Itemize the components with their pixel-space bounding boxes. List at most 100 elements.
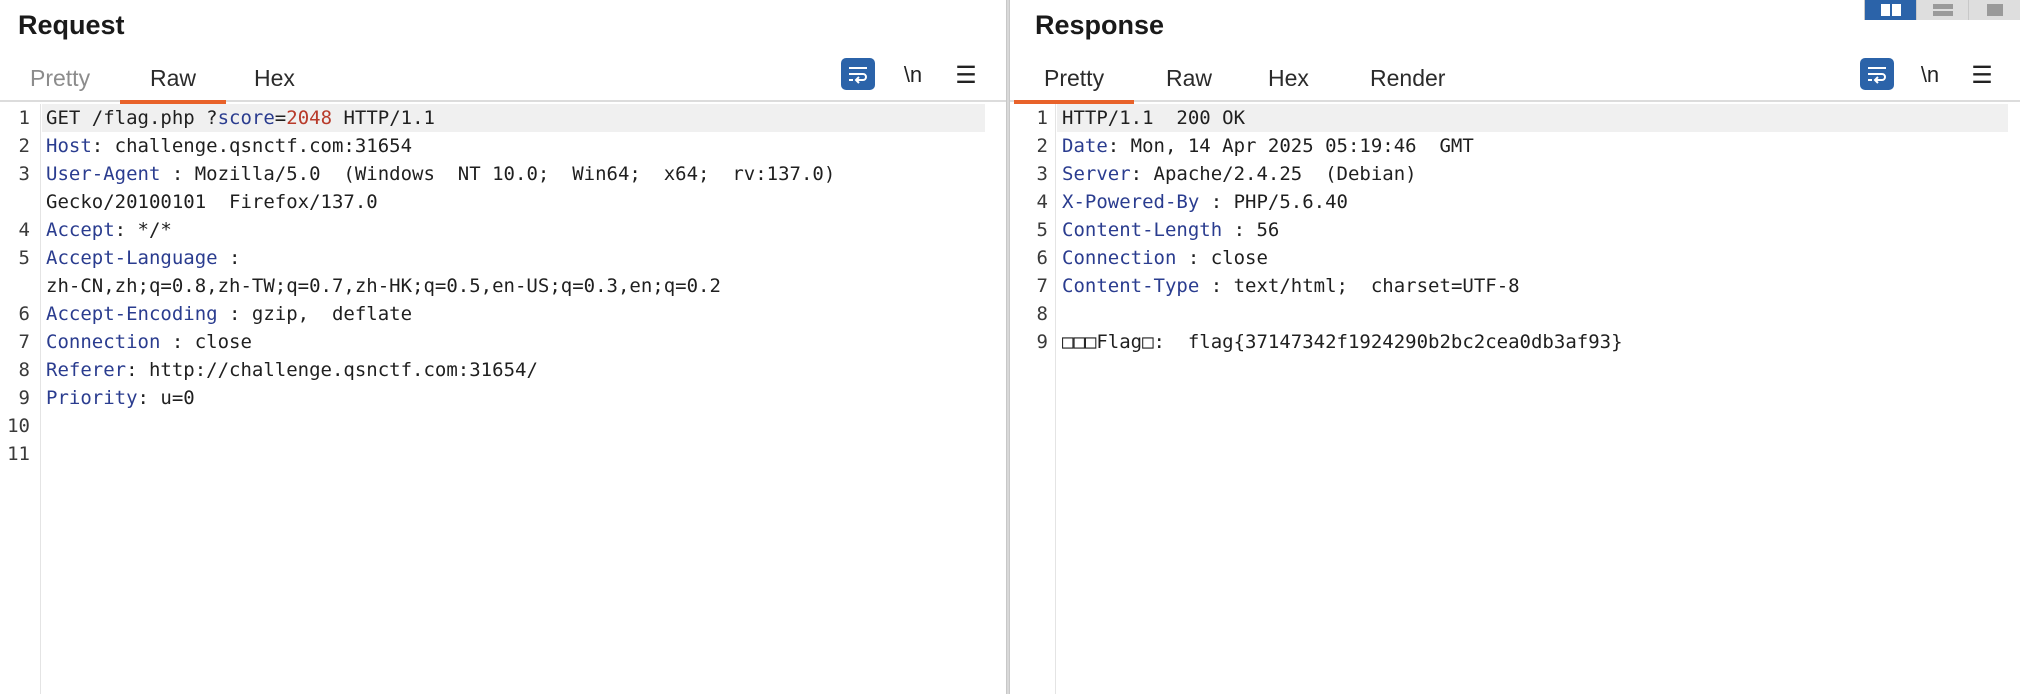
request-code-line: zh-CN,zh;q=0.8,zh-TW;q=0.7,zh-HK;q=0.5,e…: [0, 272, 1007, 300]
token-text: : gzip, deflate: [217, 303, 413, 325]
single-view-button[interactable]: [1968, 0, 2020, 20]
token-text: : u=0: [137, 387, 195, 409]
line-text: Server: Apache/2.4.25 (Debian): [1062, 160, 1417, 188]
line-number: 4: [18, 219, 30, 241]
line-number: 8: [18, 359, 30, 381]
line-number: 3: [1036, 163, 1048, 185]
response-code-line: 7 Content-Type : text/html; charset=UTF-8: [1010, 272, 2020, 300]
response-tab-hex[interactable]: Hex: [1238, 62, 1339, 102]
token-text: : challenge.qsnctf.com:31654: [91, 135, 413, 157]
line-number: 4: [1036, 191, 1048, 213]
word-wrap-icon: [849, 67, 867, 84]
response-code-line: 4 X-Powered-By : PHP/5.6.40: [1010, 188, 2020, 216]
response-tab-raw[interactable]: Raw: [1136, 62, 1242, 102]
response-tab-pretty[interactable]: Pretty: [1014, 62, 1135, 104]
token-key: Server: [1062, 163, 1131, 185]
line-number: 6: [18, 303, 30, 325]
split-view-icon: [1880, 4, 1901, 16]
request-code-line: Gecko/20100101 Firefox/137.0: [0, 188, 1007, 216]
response-code-line: 6 Connection : close: [1010, 244, 2020, 272]
response-newline-toggle[interactable]: \n: [1910, 58, 1950, 92]
line-text: Date: Mon, 14 Apr 2025 05:19:46 GMT: [1062, 132, 1474, 160]
request-code-line: 6 Accept-Encoding : gzip, deflate: [0, 300, 1007, 328]
response-code-line: 2 Date: Mon, 14 Apr 2025 05:19:46 GMT: [1010, 132, 2020, 160]
line-number: 11: [7, 443, 30, 465]
line-number: 1: [1036, 107, 1048, 129]
line-number: 2: [18, 135, 30, 157]
token-key: Connection: [46, 331, 161, 353]
request-word-wrap-button[interactable]: [841, 58, 875, 90]
line-number: 5: [1036, 219, 1048, 241]
token-text: GET /flag.php ?: [46, 107, 218, 129]
request-code-line: 7 Connection : close: [0, 328, 1007, 356]
horizontal-view-icon: [1932, 4, 1953, 16]
request-tab-hex[interactable]: Hex: [224, 62, 325, 102]
word-wrap-icon: [1868, 67, 1886, 84]
token-text: □□□Flag□: flag{37147342f1924290b2bc2cea0…: [1062, 331, 1623, 353]
line-text: HTTP/1.1 200 OK: [1062, 104, 1245, 132]
request-code-line: 10: [0, 412, 1007, 440]
single-view-icon: [1986, 4, 2003, 16]
token-key: X-Powered-By: [1062, 191, 1200, 213]
line-text: Gecko/20100101 Firefox/137.0: [46, 188, 378, 216]
line-text: Host: challenge.qsnctf.com:31654: [46, 132, 412, 160]
request-code-line: 5 Accept-Language :: [0, 244, 1007, 272]
request-newline-toggle[interactable]: \n: [893, 58, 933, 92]
request-editor[interactable]: 1 GET /flag.php ?score=2048 HTTP/1.1 2 Host…: [0, 104, 1007, 694]
request-code-line: 2 Host: challenge.qsnctf.com:31654: [0, 132, 1007, 160]
line-text: User-Agent : Mozilla/5.0 (Windows NT 10.…: [46, 160, 835, 188]
response-editor[interactable]: 1 HTTP/1.1 200 OK 2 Date: Mon, 14 Apr 2025 …: [1010, 104, 2020, 694]
line-text: Priority: u=0: [46, 384, 195, 412]
response-menu-icon[interactable]: ☰: [1967, 58, 1997, 92]
token-key: Priority: [46, 387, 138, 409]
response-code-line: 5 Content-Length : 56: [1010, 216, 2020, 244]
line-text: Accept-Language :: [46, 244, 240, 272]
token-param: score: [217, 107, 275, 129]
token-text: : close: [1176, 247, 1268, 269]
split-view-button[interactable]: [1864, 0, 1916, 20]
line-number: 2: [1036, 135, 1048, 157]
line-text: Referer: http://challenge.qsnctf.com:316…: [46, 356, 538, 384]
request-code-line: 1 GET /flag.php ?score=2048 HTTP/1.1: [0, 104, 1007, 132]
token-text: =: [274, 107, 287, 129]
line-number: 6: [1036, 247, 1048, 269]
line-text: Accept: */*: [46, 216, 172, 244]
token-text: : Mozilla/5.0 (Windows NT 10.0; Win64; x…: [160, 163, 836, 185]
token-text: : */*: [114, 219, 172, 241]
response-code-line: 3 Server: Apache/2.4.25 (Debian): [1010, 160, 2020, 188]
request-tab-pretty[interactable]: Pretty: [0, 62, 120, 102]
token-key: Host: [46, 135, 92, 157]
response-code-line: 9 □□□Flag□: flag{37147342f1924290b2bc2cea…: [1010, 328, 2020, 356]
response-title: Response: [1035, 10, 1165, 40]
line-text: Connection : close: [46, 328, 252, 356]
line-text: Content-Length : 56: [1062, 216, 1279, 244]
token-text: zh-CN,zh;q=0.8,zh-TW;q=0.7,zh-HK;q=0.5,e…: [46, 275, 721, 297]
line-number: 9: [18, 387, 30, 409]
layout-toggle-group: [1864, 0, 2020, 20]
request-pane: Request Pretty Raw Hex \n ☰ 1 GET /flag.p…: [0, 0, 1007, 694]
token-text: : Apache/2.4.25 (Debian): [1130, 163, 1417, 185]
horizontal-view-button[interactable]: [1916, 0, 1968, 20]
line-text: □□□Flag□: flag{37147342f1924290b2bc2cea0…: [1062, 328, 1623, 356]
line-text: Accept-Encoding : gzip, deflate: [46, 300, 412, 328]
request-code-line: 3 User-Agent : Mozilla/5.0 (Windows NT 10…: [0, 160, 1007, 188]
request-tab-raw[interactable]: Raw: [120, 62, 227, 104]
token-text: HTTP/1.1 200 OK: [1062, 107, 1246, 129]
token-text: HTTP/1.1: [332, 107, 435, 129]
response-tab-render[interactable]: Render: [1340, 62, 1475, 102]
token-key: Date: [1062, 135, 1108, 157]
request-code-line: 11: [0, 440, 1007, 468]
token-text: :: [217, 247, 241, 269]
line-number: 8: [1036, 303, 1048, 325]
response-word-wrap-button[interactable]: [1860, 58, 1894, 90]
token-text: : 56: [1222, 219, 1280, 241]
request-code-line: 4 Accept: */*: [0, 216, 1007, 244]
request-menu-icon[interactable]: ☰: [951, 58, 981, 92]
line-number: 1: [18, 107, 30, 129]
token-key: Accept-Encoding: [46, 303, 218, 325]
token-key: Accept-Language: [46, 247, 218, 269]
token-val: 2048: [286, 107, 333, 129]
line-text: GET /flag.php ?score=2048 HTTP/1.1: [46, 104, 435, 132]
request-title: Request: [18, 10, 125, 40]
response-code-line: 8: [1010, 300, 2020, 328]
